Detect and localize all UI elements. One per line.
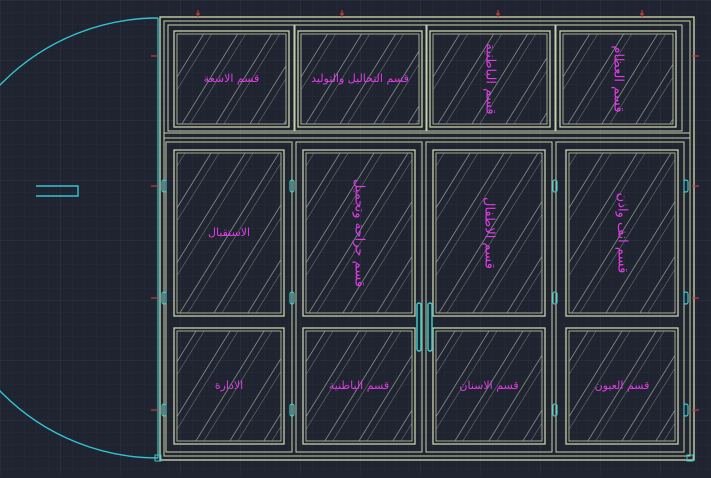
room-label: قسم الاسنان bbox=[459, 379, 518, 392]
room-label: الاستقبال bbox=[208, 226, 250, 239]
room-label: قسم الاشعة bbox=[204, 72, 260, 85]
cad-drawing-canvas[interactable]: قسم الاشعة قسم التحاليل والتوليد قسم الباط… bbox=[0, 0, 711, 474]
room-label: قسم العظام bbox=[611, 45, 626, 112]
room-label: قسم جراحة وتجميل bbox=[352, 179, 367, 287]
room-label: قسم العيون bbox=[595, 379, 650, 392]
room-label: قسم الاطفال bbox=[482, 197, 497, 269]
room-label: الادارة bbox=[215, 379, 243, 392]
room-label: قسم انف واذن bbox=[615, 193, 630, 274]
floor-plan-drawing: قسم الاشعة قسم التحاليل والتوليد قسم الباط… bbox=[0, 0, 711, 474]
room-label: قسم التحاليل والتوليد bbox=[311, 72, 409, 85]
room-label: قسم الباطنية bbox=[483, 43, 498, 114]
room-label: قسم الباطنية bbox=[329, 379, 389, 392]
